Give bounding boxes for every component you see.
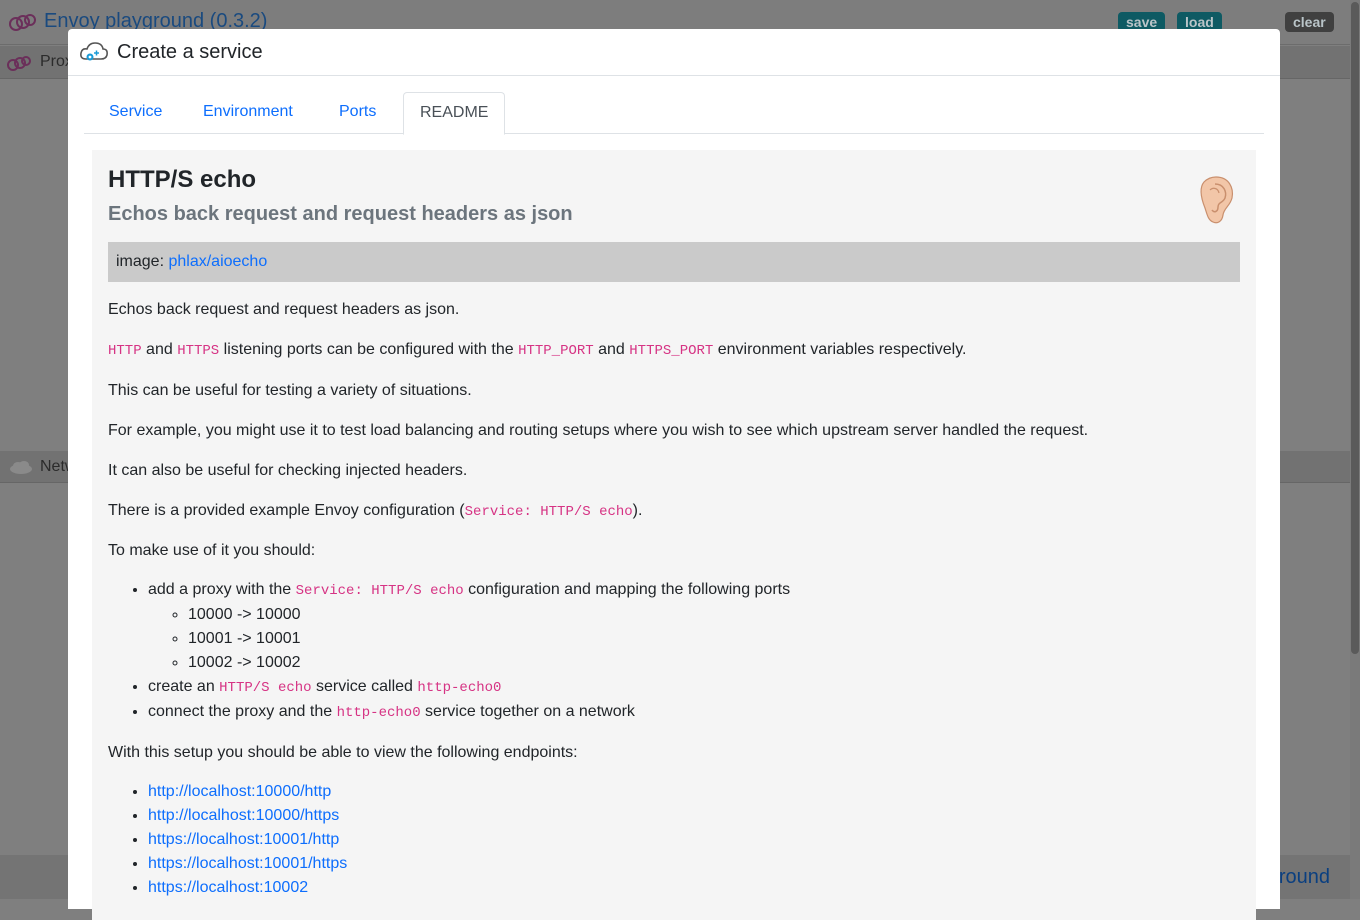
readme-subtitle: Echos back request and request headers a… (108, 203, 573, 225)
text: connect the proxy and the (148, 703, 337, 720)
inline-code: HTTPS_PORT (629, 343, 714, 359)
text: service called (311, 678, 418, 695)
endpoint-link[interactable]: https://localhost:10002 (148, 879, 308, 896)
inline-code: Service: HTTP/S echo (464, 504, 633, 520)
list-item: https://localhost:10001/http (148, 828, 347, 852)
inline-code: HTTPS (177, 343, 220, 359)
ports-list: 10000 -> 10000 10001 -> 10001 10002 -> 1… (148, 603, 790, 675)
list-item: connect the proxy and the http-echo0 ser… (148, 700, 790, 725)
image-label: image: (116, 253, 165, 270)
inline-code: http-echo0 (417, 680, 502, 696)
envoy-logo-icon (9, 14, 36, 31)
scrollbar-thumb[interactable] (1351, 2, 1359, 654)
ear-icon (1200, 176, 1234, 224)
tab-ports[interactable]: Ports (323, 92, 392, 132)
readme-paragraph: It can also be useful for checking injec… (108, 462, 468, 479)
modal-tabs: Service Environment Ports README (84, 92, 1264, 135)
create-service-modal: Create a service Service Environment Por… (68, 29, 1280, 920)
modal-title: Create a service (117, 41, 263, 63)
endpoint-link[interactable]: http://localhost:10000/https (148, 807, 339, 824)
readme-paragraph: For example, you might use it to test lo… (108, 422, 1089, 439)
clear-button[interactable]: clear (1285, 12, 1334, 32)
list-item: https://localhost:10001/https (148, 852, 347, 876)
text: create an (148, 678, 220, 695)
cloud-service-icon (80, 42, 108, 61)
inline-code: Service: HTTP/S echo (295, 583, 464, 599)
endpoint-link[interactable]: http://localhost:10000/http (148, 783, 331, 800)
scrollbar[interactable] (1350, 0, 1360, 899)
readme-panel: HTTP/S echo Echos back request and reque… (92, 150, 1256, 920)
inline-code: HTTP (108, 343, 142, 359)
readme-paragraph: To make use of it you should: (108, 542, 316, 559)
text: environment variables respectively. (713, 341, 967, 358)
list-item: add a proxy with the Service: HTTP/S ech… (148, 578, 790, 675)
endpoint-link[interactable]: https://localhost:10001/https (148, 855, 347, 872)
text: and (593, 341, 630, 358)
text: ). (632, 502, 643, 519)
cloud-icon (10, 461, 32, 474)
text: listening ports can be configured with t… (219, 341, 519, 358)
tab-service[interactable]: Service (93, 92, 178, 132)
image-info: image: phlax/aioecho (108, 242, 1240, 282)
readme-paragraph: This can be useful for testing a variety… (108, 382, 472, 399)
list-item: https://localhost:10002 (148, 876, 347, 900)
text: add a proxy with the (148, 581, 296, 598)
readme-paragraph: With this setup you should be able to vi… (108, 744, 578, 761)
steps-list: add a proxy with the Service: HTTP/S ech… (108, 578, 790, 725)
inline-code: http-echo0 (336, 705, 421, 721)
readme-paragraph-ports: HTTP and HTTPS listening ports can be co… (108, 341, 966, 359)
modal-header: Create a service (68, 29, 1280, 76)
endpoints-list: http://localhost:10000/http http://local… (108, 780, 347, 900)
text: configuration and mapping the following … (463, 581, 791, 598)
list-item: 10000 -> 10000 (188, 603, 790, 627)
list-item: 10001 -> 10001 (188, 627, 790, 651)
list-item: create an HTTP/S echo service called htt… (148, 675, 790, 700)
text: service together on a network (420, 703, 635, 720)
readme-paragraph: Echos back request and request headers a… (108, 301, 460, 318)
tab-environment[interactable]: Environment (187, 92, 309, 132)
proxy-icon (7, 56, 31, 71)
endpoint-link[interactable]: https://localhost:10001/http (148, 831, 339, 848)
text: There is a provided example Envoy config… (108, 502, 465, 519)
inline-code: HTTP/S echo (219, 680, 312, 696)
list-item: http://localhost:10000/https (148, 804, 347, 828)
inline-code: HTTP_PORT (518, 343, 594, 359)
readme-paragraph-config: There is a provided example Envoy config… (108, 502, 642, 520)
text: and (141, 341, 178, 358)
readme-title: HTTP/S echo (108, 166, 257, 193)
tab-readme[interactable]: README (403, 92, 506, 135)
list-item: http://localhost:10000/http (148, 780, 347, 804)
list-item: 10002 -> 10002 (188, 651, 790, 675)
image-link[interactable]: phlax/aioecho (168, 253, 267, 270)
